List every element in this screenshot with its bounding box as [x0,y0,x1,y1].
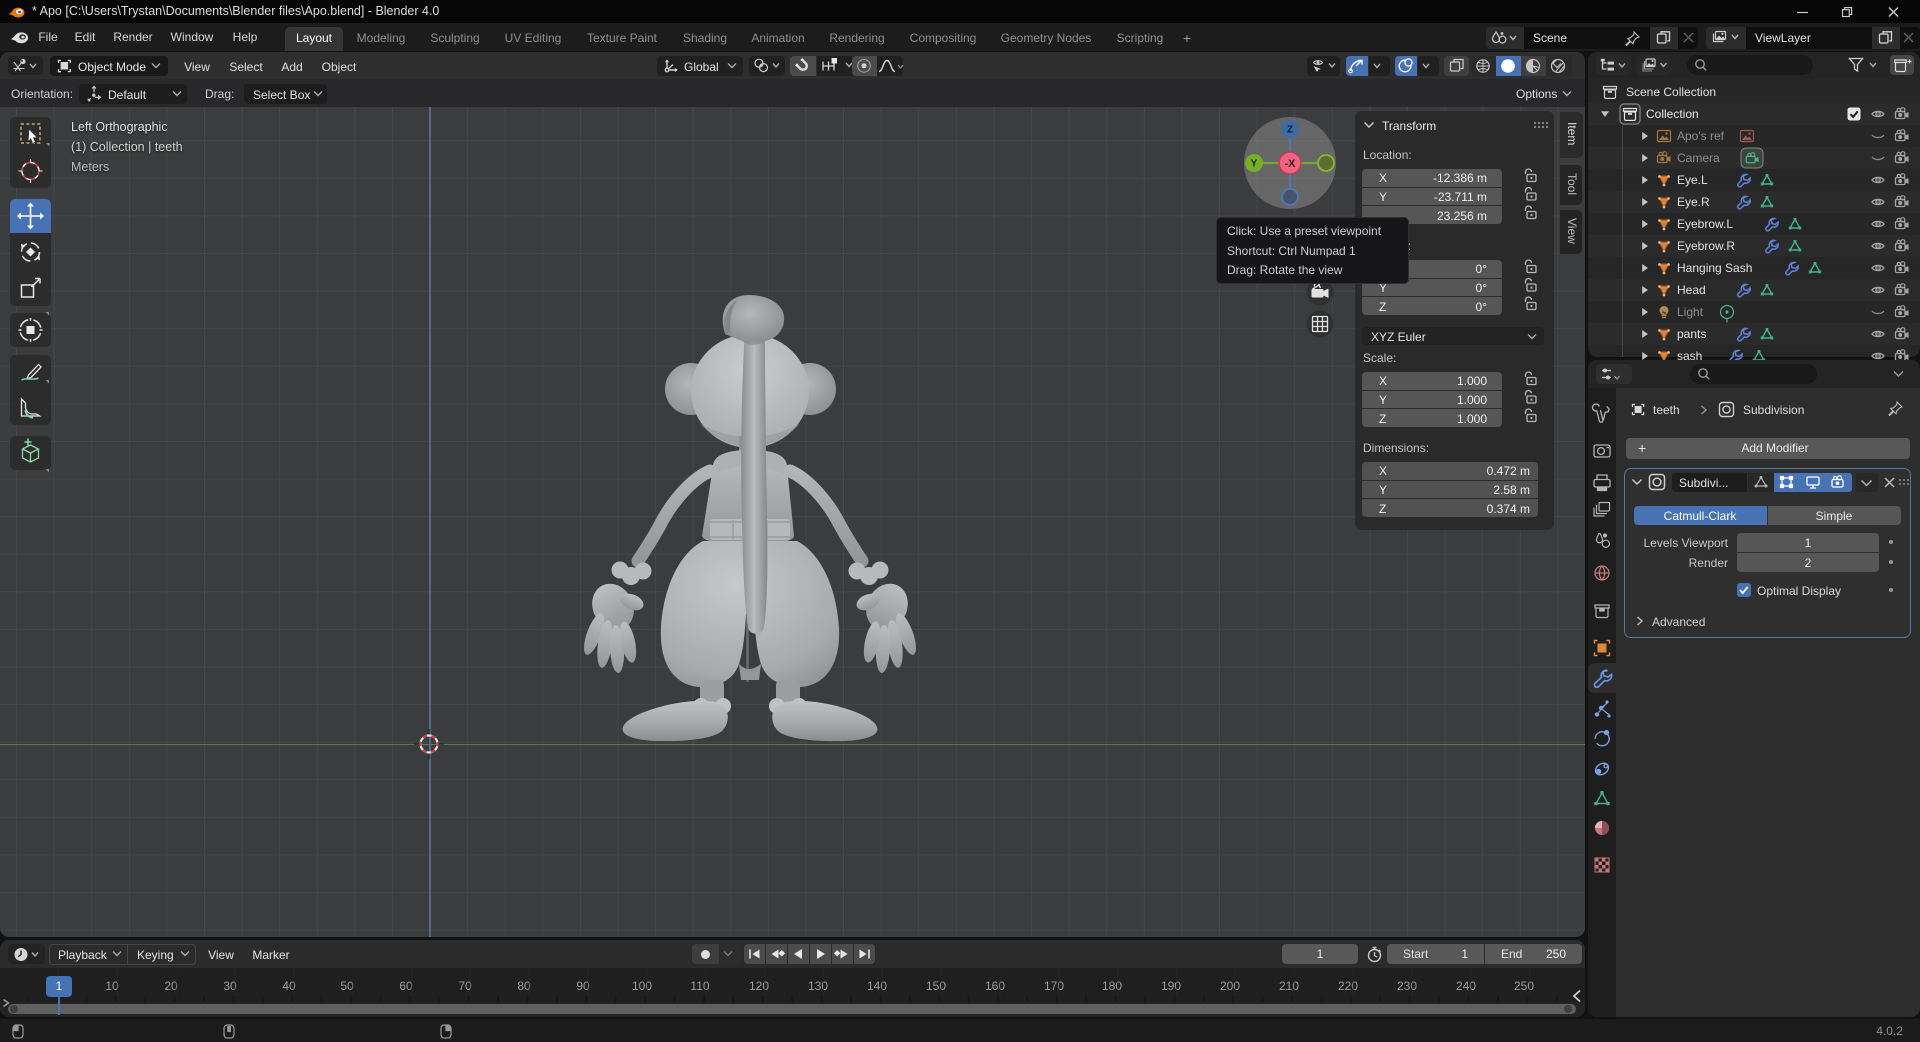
svg-text:pants: pants [1677,327,1706,341]
svg-text:Hanging Sash: Hanging Sash [1677,261,1752,275]
svg-text:Z: Z [1287,125,1293,136]
svg-text:Y: Y [1251,159,1258,170]
svg-text:Head: Head [1677,283,1706,297]
svg-text:Eyebrow.R: Eyebrow.R [1677,239,1735,253]
svg-text:Light: Light [1677,305,1704,319]
svg-text:Eyebrow.L: Eyebrow.L [1677,217,1733,231]
svg-text:Eye.L: Eye.L [1677,173,1708,187]
svg-text:Eye.R: Eye.R [1677,195,1710,209]
svg-text:Apo's ref: Apo's ref [1677,129,1725,143]
svg-text:Camera: Camera [1677,151,1720,165]
svg-text:-X: -X [1285,158,1297,170]
